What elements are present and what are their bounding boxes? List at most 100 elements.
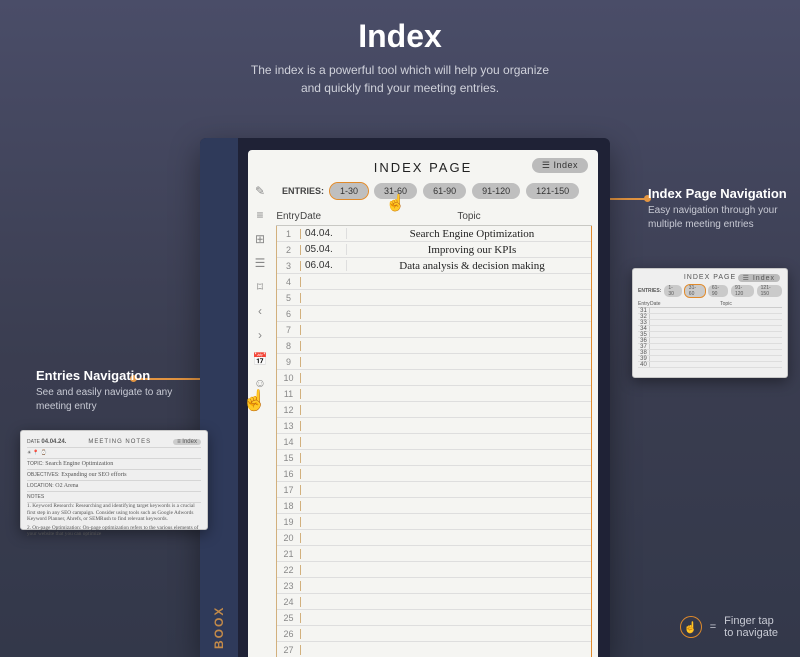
- row-number: 23: [277, 581, 301, 591]
- tool-icon[interactable]: ⊞: [252, 232, 268, 248]
- callout-title: Index Page Navigation: [648, 186, 788, 201]
- tool-icon[interactable]: ≡: [252, 208, 268, 224]
- row-date: 05.04.: [301, 244, 347, 255]
- callout-index-navigation: Index Page Navigation Easy navigation th…: [648, 186, 788, 232]
- table-row[interactable]: 8: [277, 338, 591, 354]
- table-row[interactable]: 26: [277, 626, 591, 642]
- page-subtitle: The index is a powerful tool which will …: [0, 61, 800, 97]
- index-button[interactable]: ☰ Index: [532, 158, 588, 173]
- table-row[interactable]: 15: [277, 450, 591, 466]
- table-row[interactable]: 7: [277, 322, 591, 338]
- row-number: 20: [277, 533, 301, 543]
- table-row[interactable]: 23: [277, 578, 591, 594]
- tap-pointer-icon: ☝: [386, 193, 406, 213]
- tool-icon[interactable]: 📅: [252, 352, 268, 368]
- table-row[interactable]: 27: [277, 642, 591, 657]
- row-number: 5: [277, 293, 301, 303]
- row-topic: Search Engine Optimization: [347, 228, 591, 240]
- row-number: 14: [277, 437, 301, 447]
- table-row[interactable]: 6: [277, 306, 591, 322]
- row-number: 11: [277, 389, 301, 399]
- row-number: 21: [277, 549, 301, 559]
- table-body: 104.04.Search Engine Optimization205.04.…: [276, 226, 592, 657]
- chevron-left-icon[interactable]: ‹: [252, 304, 268, 320]
- row-number: 27: [277, 645, 301, 655]
- callout-desc: Easy navigation through your multiple me…: [648, 204, 788, 232]
- table-row[interactable]: 25: [277, 610, 591, 626]
- tool-icon[interactable]: ☰: [252, 256, 268, 272]
- row-number: 6: [277, 309, 301, 319]
- range-pill[interactable]: 121-150: [526, 183, 579, 199]
- callout-entries-navigation: Entries Navigation See and easily naviga…: [36, 368, 191, 414]
- table-row[interactable]: 13: [277, 418, 591, 434]
- range-pill[interactable]: 31-60☝: [374, 183, 417, 199]
- entries-label: ENTRIES:: [282, 186, 324, 196]
- table-row[interactable]: 18: [277, 498, 591, 514]
- row-number: 2: [277, 245, 301, 255]
- table-row[interactable]: 5: [277, 290, 591, 306]
- table-row[interactable]: 22: [277, 562, 591, 578]
- device-spine: [200, 138, 238, 657]
- legend-equals: =: [710, 621, 716, 633]
- tap-icon: [242, 388, 267, 413]
- row-number: 25: [277, 613, 301, 623]
- col-header-entry: Entry: [276, 211, 300, 222]
- range-pill[interactable]: 1-30: [330, 183, 368, 199]
- row-number: 15: [277, 453, 301, 463]
- col-header-topic: Topic: [346, 211, 592, 222]
- entries-navigation-row: ENTRIES: 1-30 31-60☝ 61-90 91-120 121-15…: [276, 183, 592, 199]
- device-brand: BOOX: [212, 611, 226, 649]
- index-page-thumbnail: INDEX PAGE☰ Index ENTRIES: 1-3031-6061-9…: [632, 268, 788, 378]
- page-title: Index: [0, 18, 800, 55]
- table-row[interactable]: 10: [277, 370, 591, 386]
- row-number: 8: [277, 341, 301, 351]
- col-header-date: Date: [300, 211, 346, 222]
- table-row[interactable]: 104.04.Search Engine Optimization: [277, 226, 591, 242]
- table-row[interactable]: 9: [277, 354, 591, 370]
- tool-icon[interactable]: ⌑: [252, 280, 268, 296]
- range-pill[interactable]: 61-90: [423, 183, 466, 199]
- table-row[interactable]: 24: [277, 594, 591, 610]
- tool-icon[interactable]: ✎: [252, 184, 268, 200]
- table-row[interactable]: 12: [277, 402, 591, 418]
- row-number: 3: [277, 261, 301, 271]
- screen-index-header: INDEX PAGE ☰ Index: [254, 160, 592, 175]
- table-row[interactable]: 11: [277, 386, 591, 402]
- row-number: 19: [277, 517, 301, 527]
- table-row[interactable]: 20: [277, 530, 591, 546]
- row-topic: Improving our KPIs: [347, 244, 591, 256]
- table-row[interactable]: 14: [277, 434, 591, 450]
- row-number: 1: [277, 229, 301, 239]
- row-number: 4: [277, 277, 301, 287]
- row-date: 04.04.: [301, 228, 347, 239]
- row-number: 18: [277, 501, 301, 511]
- row-number: 26: [277, 629, 301, 639]
- finger-tap-legend: ☝ = Finger tapto navigate: [680, 615, 778, 639]
- device-screen: ✎ ≡ ⊞ ☰ ⌑ ‹ › 📅 ☺ INDEX PAGE ☰ Index ENT…: [248, 150, 598, 657]
- row-topic: Data analysis & decision making: [347, 260, 591, 272]
- row-number: 9: [277, 357, 301, 367]
- row-number: 7: [277, 325, 301, 335]
- row-number: 10: [277, 373, 301, 383]
- table-row[interactable]: 4: [277, 274, 591, 290]
- callout-desc: See and easily navigate to any meeting e…: [36, 386, 191, 414]
- table-row[interactable]: 19: [277, 514, 591, 530]
- row-number: 12: [277, 405, 301, 415]
- chevron-right-icon[interactable]: ›: [252, 328, 268, 344]
- row-number: 13: [277, 421, 301, 431]
- table-row[interactable]: 16: [277, 466, 591, 482]
- row-number: 17: [277, 485, 301, 495]
- row-number: 24: [277, 597, 301, 607]
- table-row[interactable]: 17: [277, 482, 591, 498]
- table-row[interactable]: 21: [277, 546, 591, 562]
- table-row[interactable]: 306.04.Data analysis & decision making: [277, 258, 591, 274]
- range-pill[interactable]: 91-120: [472, 183, 520, 199]
- row-number: 16: [277, 469, 301, 479]
- table-row[interactable]: 205.04.Improving our KPIs: [277, 242, 591, 258]
- row-date: 06.04.: [301, 260, 347, 271]
- table-head: Entry Date Topic: [276, 211, 592, 226]
- vertical-toolbar: ✎ ≡ ⊞ ☰ ⌑ ‹ › 📅 ☺: [250, 184, 270, 392]
- finger-tap-icon: ☝: [680, 616, 702, 638]
- meeting-notes-thumbnail: DATE 04.04.24. MEETING NOTES ≡ Index ☀ 📍…: [20, 430, 208, 530]
- row-number: 22: [277, 565, 301, 575]
